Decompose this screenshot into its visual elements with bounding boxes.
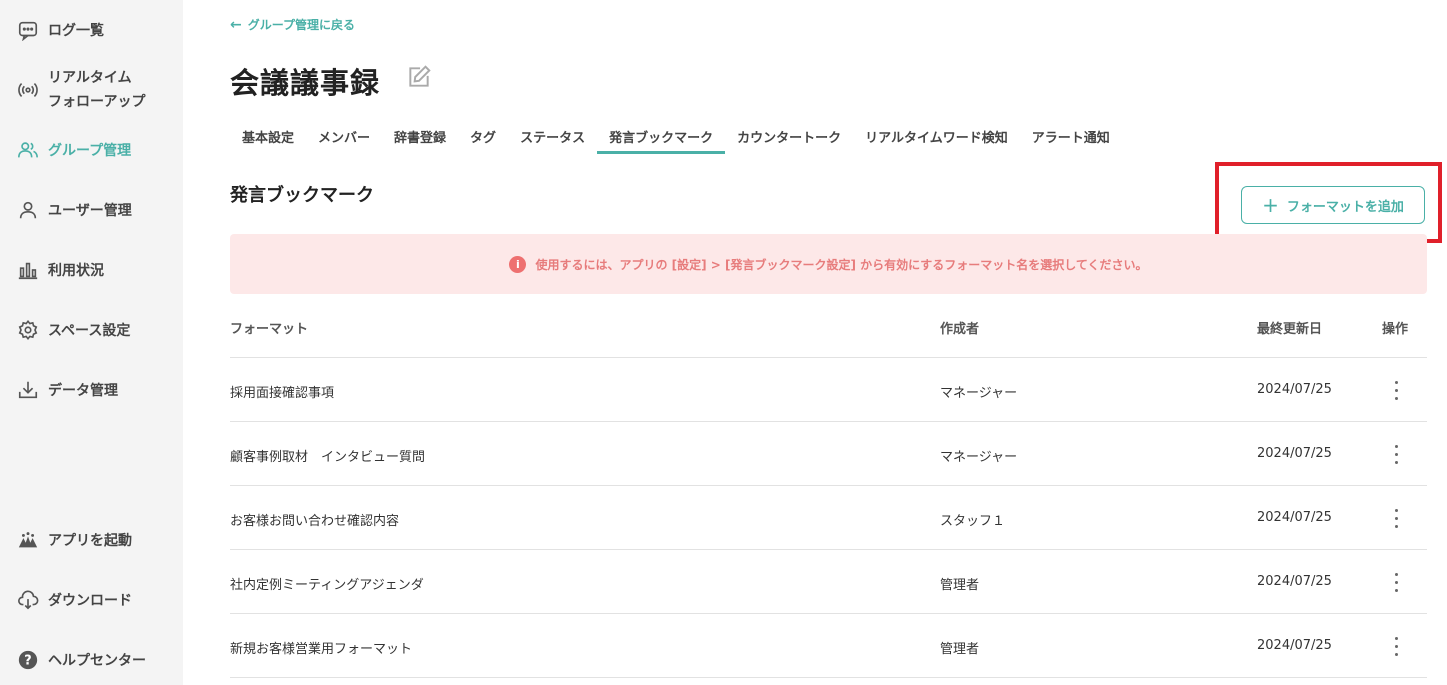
sidebar-item-help-center[interactable]: ? ヘルプセンター: [16, 648, 146, 672]
sidebar-item-label: ヘルプセンター: [48, 653, 146, 669]
table-row[interactable]: 採用面接確認事項 マネージャー 2024/07/25: [230, 358, 1427, 422]
user-icon: [16, 198, 40, 222]
download-icon: [16, 378, 40, 402]
table-header: フォーマット 作成者 最終更新日 操作: [230, 294, 1427, 358]
edit-icon[interactable]: [406, 64, 432, 90]
gear-icon: [16, 318, 40, 342]
more-vert-icon[interactable]: [1386, 634, 1406, 658]
tab-realtime-word-detection[interactable]: リアルタイムワード検知: [853, 118, 1020, 154]
creator-name: マネージャー: [940, 386, 1018, 401]
sidebar-item-label: ユーザー管理: [48, 203, 132, 219]
tab-counter-talk[interactable]: カウンタートーク: [725, 118, 853, 154]
bar-chart-icon: [16, 258, 40, 282]
creator-name: スタッフ１: [940, 514, 1006, 529]
tab-members[interactable]: メンバー: [306, 118, 382, 154]
header-format: フォーマット: [230, 322, 309, 337]
header-updated: 最終更新日: [1257, 322, 1323, 337]
sidebar-item-group-management[interactable]: グループ管理: [16, 138, 131, 162]
format-name: 顧客事例取材 インタビュー質問: [230, 450, 426, 465]
highlight-annotation: [1215, 162, 1442, 243]
svg-text:?: ?: [24, 654, 31, 669]
info-alert: i 使用するには、アプリの [設定] > [発言ブックマーク設定] から有効にす…: [230, 234, 1427, 294]
sidebar-item-label: アプリを起動: [48, 533, 132, 549]
sidebar-item-label: 利用状況: [48, 263, 104, 279]
creator-name: 管理者: [940, 578, 980, 593]
format-name: 社内定例ミーティングアジェンダ: [230, 578, 424, 593]
sidebar-item-user-management[interactable]: ユーザー管理: [16, 198, 132, 222]
format-table: フォーマット 作成者 最終更新日 操作 採用面接確認事項 マネージャー 2024…: [230, 294, 1427, 678]
tab-dictionary[interactable]: 辞書登録: [382, 118, 458, 154]
sidebar-item-launch-app[interactable]: アプリを起動: [16, 528, 132, 552]
sidebar-item-download[interactable]: ダウンロード: [16, 588, 132, 612]
back-link[interactable]: ← グループ管理に戻る: [230, 16, 355, 33]
page-title: 会議議事録: [230, 66, 381, 100]
group-icon: [16, 138, 40, 162]
sidebar-item-label: データ管理: [48, 383, 118, 399]
info-icon: i: [509, 255, 527, 273]
more-vert-icon[interactable]: [1386, 570, 1406, 594]
creator-name: マネージャー: [940, 450, 1018, 465]
sidebar-item-usage[interactable]: 利用状況: [16, 258, 104, 282]
updated-date: 2024/07/25: [1257, 382, 1332, 397]
table-row[interactable]: 社内定例ミーティングアジェンダ 管理者 2024/07/25: [230, 550, 1427, 614]
updated-date: 2024/07/25: [1257, 446, 1332, 461]
format-name: お客様お問い合わせ確認内容: [230, 514, 400, 529]
tab-basic-settings[interactable]: 基本設定: [230, 118, 306, 154]
tab-tags[interactable]: タグ: [458, 118, 508, 154]
sidebar-item-label: ログ一覧: [48, 23, 104, 39]
table-row[interactable]: 新規お客様営業用フォーマット 管理者 2024/07/25: [230, 614, 1427, 678]
header-action: 操作: [1382, 322, 1409, 337]
sidebar-item-label: ダウンロード: [48, 593, 132, 609]
tab-alert-notification[interactable]: アラート通知: [1020, 118, 1122, 154]
updated-date: 2024/07/25: [1257, 638, 1332, 653]
section-title: 発言ブックマーク: [230, 185, 374, 206]
cloud-download-icon: [16, 588, 40, 612]
format-name: 新規お客様営業用フォーマット: [230, 642, 413, 657]
updated-date: 2024/07/25: [1257, 574, 1332, 589]
sidebar-item-logs[interactable]: ログ一覧: [16, 18, 104, 42]
sidebar-item-realtime-followup[interactable]: リアルタイム フォローアップ: [16, 66, 145, 114]
tab-bar: 基本設定 メンバー 辞書登録 タグ ステータス 発言ブックマーク カウンタートー…: [230, 118, 1122, 154]
sidebar-item-space-settings[interactable]: スペース設定: [16, 318, 130, 342]
sidebar-item-label: グループ管理: [48, 143, 132, 159]
sidebar-item-data-management[interactable]: データ管理: [16, 378, 118, 402]
help-icon: ?: [16, 648, 40, 672]
updated-date: 2024/07/25: [1257, 510, 1332, 525]
sidebar: ログ一覧 リアルタイム フォローアップ グループ管理 ユーザー管理 利用状況 ス…: [0, 0, 183, 685]
format-name: 採用面接確認事項: [230, 386, 335, 401]
chat-bubble-icon: [16, 18, 40, 42]
tab-speech-bookmarks[interactable]: 発言ブックマーク: [597, 118, 726, 154]
app-launch-icon: [16, 528, 40, 552]
sidebar-item-label: スペース設定: [48, 323, 131, 339]
more-vert-icon[interactable]: [1386, 442, 1406, 466]
table-row[interactable]: 顧客事例取材 インタビュー質問 マネージャー 2024/07/25: [230, 422, 1427, 486]
table-row[interactable]: お客様お問い合わせ確認内容 スタッフ１ 2024/07/25: [230, 486, 1427, 550]
more-vert-icon[interactable]: [1386, 506, 1406, 530]
more-vert-icon[interactable]: [1386, 378, 1406, 402]
radio-broadcast-icon: [16, 78, 40, 102]
tab-status[interactable]: ステータス: [508, 118, 597, 154]
arrow-left-icon: ←: [230, 16, 242, 33]
sidebar-item-label: リアルタイム フォローアップ: [48, 70, 146, 110]
creator-name: 管理者: [940, 642, 980, 657]
header-creator: 作成者: [940, 322, 980, 337]
alert-text: 使用するには、アプリの [設定] > [発言ブックマーク設定] から有効にするフ…: [535, 257, 1148, 272]
